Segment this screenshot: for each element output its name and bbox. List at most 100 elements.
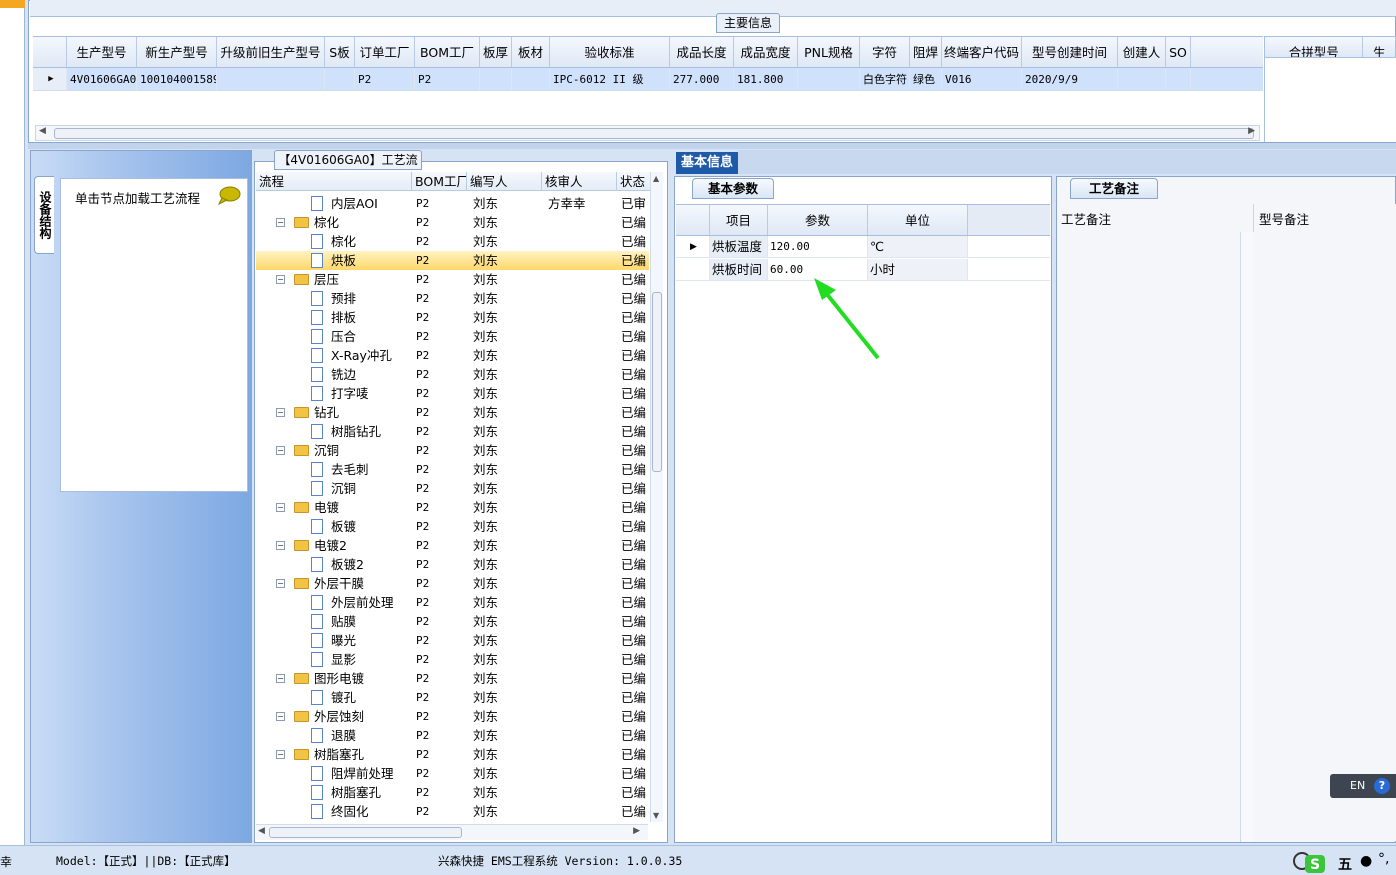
full-width-icon[interactable]: ● <box>1360 853 1372 869</box>
tree-row[interactable]: − 钻孔 P2 刘东 已编 <box>256 403 649 422</box>
grid-cell[interactable]: 绿色 <box>910 68 942 90</box>
tree-row[interactable]: 棕化 P2 刘东 已编 <box>256 232 649 251</box>
tree-node[interactable]: − 外层蚀刻 <box>256 707 412 726</box>
remark-vertical-scrollbar[interactable] <box>1240 232 1254 842</box>
tree-node[interactable]: 内层AOI <box>256 194 412 213</box>
tree-node[interactable]: 预排 <box>256 289 412 308</box>
scroll-down-arrow-icon[interactable]: ▼ <box>653 811 659 820</box>
grid-cell[interactable]: 4V01606GA0 <box>67 68 137 90</box>
scroll-left-arrow-icon[interactable]: ◀ <box>258 826 265 836</box>
tree-node[interactable]: 铣边 <box>256 365 412 384</box>
collapse-icon[interactable]: − <box>276 674 285 683</box>
grid-cell[interactable] <box>325 68 355 90</box>
tree-horizontal-scrollbar[interactable]: ◀ ▶ <box>256 824 648 840</box>
grid-cell[interactable]: P2 <box>415 68 480 90</box>
tree-node[interactable]: 板镀2 <box>256 555 412 574</box>
tree-node[interactable]: 贴膜 <box>256 612 412 631</box>
collapse-icon[interactable]: − <box>276 218 285 227</box>
grid-cell[interactable] <box>217 68 325 90</box>
tree-row[interactable]: − 树脂塞孔 P2 刘东 已编 <box>256 745 649 764</box>
tree-row[interactable]: 贴膜 P2 刘东 已编 <box>256 612 649 631</box>
process-remark-field[interactable] <box>1058 204 1254 841</box>
tree-node[interactable]: 排板 <box>256 308 412 327</box>
collapse-icon[interactable]: − <box>276 503 285 512</box>
grid-header-cell[interactable]: 阻焊 <box>910 37 942 67</box>
tree-row[interactable]: 曝光 P2 刘东 已编 <box>256 631 649 650</box>
tree-row[interactable]: 内层AOI P2 刘东 方幸幸 已审 <box>256 194 649 213</box>
tree-node[interactable]: 阻焊前处理 <box>256 764 412 783</box>
tree-header-flow[interactable]: 流程 <box>256 172 412 190</box>
tree-node[interactable]: − 图形电镀 <box>256 669 412 688</box>
scroll-left-arrow-icon[interactable]: ◀ <box>39 126 46 136</box>
tree-row[interactable]: 终固化 P2 刘东 已编 <box>256 802 649 821</box>
tree-header-reviewer[interactable]: 核审人 <box>542 172 617 190</box>
tree-node[interactable]: − 外层干膜 <box>256 574 412 593</box>
grid-header-cell[interactable]: 型号创建时间 <box>1022 37 1118 67</box>
tree-row[interactable]: − 外层蚀刻 P2 刘东 已编 <box>256 707 649 726</box>
grid-header-cell[interactable]: 成品宽度 <box>734 37 798 67</box>
tree-row[interactable]: 外层前处理 P2 刘东 已编 <box>256 593 649 612</box>
horizontal-splitter[interactable] <box>28 143 1396 149</box>
grid-header-cell[interactable]: BOM工厂 <box>415 37 480 67</box>
collapse-icon[interactable]: − <box>276 750 285 759</box>
tree-row[interactable]: X-Ray冲孔 P2 刘东 已编 <box>256 346 649 365</box>
tree-row[interactable]: 预排 P2 刘东 已编 <box>256 289 649 308</box>
ime-language[interactable]: EN <box>1350 779 1365 792</box>
collapse-icon[interactable]: − <box>276 712 285 721</box>
tree-header-bom[interactable]: BOM工厂 <box>412 172 467 190</box>
grid-data-row[interactable]: ▶4V01606GA010010400158951 P2P2 IPC-6012 II… <box>33 68 1263 91</box>
basic-params-tab[interactable]: 基本参数 <box>692 178 774 199</box>
tree-node[interactable]: 压合 <box>256 327 412 346</box>
tree-node[interactable]: − 沉铜 <box>256 441 412 460</box>
tree-vertical-scrollbar[interactable]: ▲ ▼ <box>650 172 663 822</box>
grid-header-cell[interactable]: PNL规格 <box>798 37 860 67</box>
tree-row[interactable]: − 电镀 P2 刘东 已编 <box>256 498 649 517</box>
process-remarks-tab[interactable]: 工艺备注 <box>1070 178 1158 199</box>
params-header-value[interactable]: 参数 <box>768 205 868 235</box>
tree-row[interactable]: 打字唛 P2 刘东 已编 <box>256 384 649 403</box>
scroll-up-arrow-icon[interactable]: ▲ <box>653 174 659 183</box>
grid-cell[interactable] <box>480 68 512 90</box>
tree-row[interactable]: 板镀2 P2 刘东 已编 <box>256 555 649 574</box>
collapse-icon[interactable]: − <box>276 446 285 455</box>
ime-language-bar[interactable]: EN ? <box>1330 774 1396 798</box>
tree-row[interactable]: − 图形电镀 P2 刘东 已编 <box>256 669 649 688</box>
param-value[interactable]: 120.00 <box>768 236 868 257</box>
tree-row[interactable]: 烘板 P2 刘东 已编 <box>256 251 649 270</box>
tree-scroll-thumb[interactable] <box>652 292 662 472</box>
tree-node[interactable]: − 电镀 <box>256 498 412 517</box>
tree-node[interactable]: 打字唛 <box>256 384 412 403</box>
param-row[interactable]: ▶ 烘板温度 120.00 ℃ <box>676 236 1050 258</box>
tree-node[interactable]: 板镀 <box>256 517 412 536</box>
params-header-item[interactable]: 项目 <box>710 205 768 235</box>
grid-header-cell[interactable]: 终端客户代码 <box>942 37 1022 67</box>
collapse-icon[interactable]: − <box>276 579 285 588</box>
tree-node[interactable]: 显影 <box>256 650 412 669</box>
scroll-right-arrow-icon[interactable]: ▶ <box>633 826 640 836</box>
grid-header-cell[interactable]: 板厚 <box>480 37 512 67</box>
tree-row[interactable]: 板镀 P2 刘东 已编 <box>256 517 649 536</box>
tree-node[interactable]: − 棕化 <box>256 213 412 232</box>
tree-hscroll-thumb[interactable] <box>269 827 462 838</box>
tree-node[interactable]: − 层压 <box>256 270 412 289</box>
tree-header-writer[interactable]: 编写人 <box>467 172 542 190</box>
tree-row[interactable]: 树脂钻孔 P2 刘东 已编 <box>256 422 649 441</box>
tree-row[interactable]: 沉铜 P2 刘东 已编 <box>256 479 649 498</box>
tree-node[interactable]: − 树脂塞孔 <box>256 745 412 764</box>
extra-header[interactable]: 生 <box>1363 37 1395 57</box>
tree-row[interactable]: − 电镀2 P2 刘东 已编 <box>256 536 649 555</box>
tree-node[interactable]: 曝光 <box>256 631 412 650</box>
grid-header-cell[interactable]: S板 <box>325 37 355 67</box>
main-info-tab[interactable]: 主要信息 <box>716 13 780 33</box>
scroll-right-arrow-icon[interactable]: ▶ <box>1248 126 1255 136</box>
grid-header-cell[interactable]: 成品长度 <box>670 37 734 67</box>
tree-node[interactable]: 棕化 <box>256 232 412 251</box>
tree-row[interactable]: − 层压 P2 刘东 已编 <box>256 270 649 289</box>
tree-node[interactable]: − 电镀2 <box>256 536 412 555</box>
grid-header-cell[interactable]: 生产型号 <box>67 37 137 67</box>
grid-cell[interactable]: P2 <box>355 68 415 90</box>
collapse-icon[interactable]: − <box>276 541 285 550</box>
grid-cell[interactable]: 181.800 <box>734 68 798 90</box>
grid-header-cell[interactable]: 板材 <box>512 37 550 67</box>
grid-header-cell[interactable]: 订单工厂 <box>355 37 415 67</box>
